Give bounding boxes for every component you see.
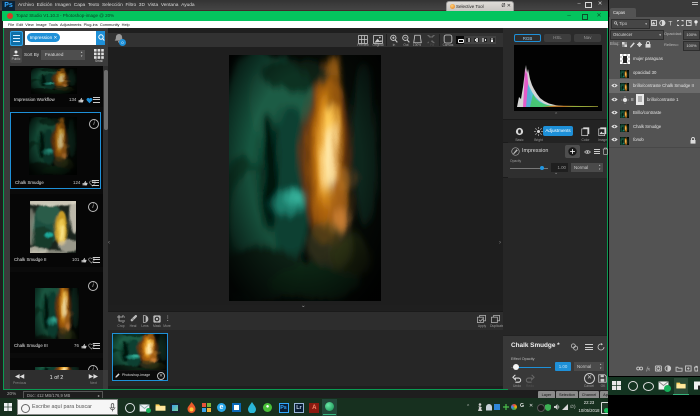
svg-text:T: T [668, 20, 672, 26]
svg-text:fx: fx [646, 365, 650, 371]
